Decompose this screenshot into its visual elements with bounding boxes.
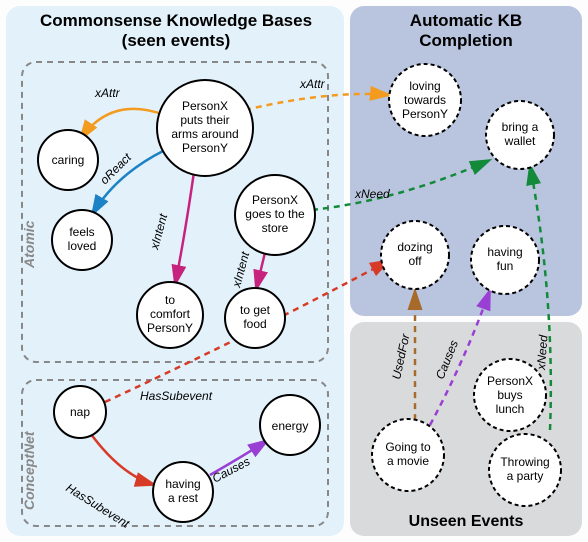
- node-rest-l1: having: [165, 477, 200, 491]
- node-hug-l3: arms around: [171, 127, 238, 141]
- node-fun-l1: having: [487, 245, 522, 259]
- lbl-xneed-2: xNeed: [534, 334, 550, 371]
- node-feels-loved: feels loved: [52, 210, 112, 270]
- node-party-l2: a party: [507, 469, 544, 483]
- lbl-hassub-2: HasSubevent: [140, 389, 213, 403]
- node-rest: having a rest: [153, 462, 213, 522]
- node-getfood-l1: to get: [240, 303, 271, 317]
- node-getfood: to get food: [225, 288, 285, 348]
- node-movie-l2: a movie: [387, 454, 429, 468]
- node-caring-t: caring: [52, 153, 85, 167]
- kb-title-2: (seen events): [122, 31, 231, 50]
- node-lunch: PersonX buys lunch: [474, 359, 546, 431]
- completion-title-1: Automatic KB: [410, 11, 522, 30]
- node-fun-l2: fun: [497, 259, 514, 273]
- node-dozing-l1: dozing: [397, 240, 432, 254]
- lbl-xattr-2: xAttr: [299, 77, 326, 91]
- kb-panel: [6, 6, 344, 536]
- node-rest-l2: a rest: [168, 491, 199, 505]
- node-hug-l4: PersonY: [182, 141, 228, 155]
- node-loving-l2: towards: [404, 93, 446, 107]
- node-comfort-l1: to: [165, 293, 175, 307]
- lbl-xattr-1: xAttr: [94, 86, 121, 100]
- node-movie: Going to a movie: [372, 419, 444, 491]
- node-dozing: dozing off: [381, 221, 449, 289]
- node-loving: loving towards PersonY: [389, 64, 461, 136]
- node-comfort-l3: PersonY: [147, 321, 193, 335]
- node-fun: having fun: [471, 226, 539, 294]
- node-comfort: to comfort PersonY: [137, 282, 203, 348]
- node-hug-l2: puts their: [180, 113, 229, 127]
- node-store-l2: goes to the: [245, 207, 305, 221]
- atomic-label: Atomic: [21, 220, 37, 269]
- kb-title-1: Commonsense Knowledge Bases: [40, 11, 312, 30]
- node-caring: caring: [38, 130, 98, 190]
- node-feels-l2: loved: [68, 239, 97, 253]
- node-hug-l1: PersonX: [182, 99, 228, 113]
- node-dozing-l2: off: [408, 254, 422, 268]
- node-wallet-l1: bring a: [502, 120, 539, 134]
- node-loving-l1: loving: [409, 79, 440, 93]
- node-loving-l3: PersonY: [402, 107, 448, 121]
- node-store-l1: PersonX: [252, 193, 298, 207]
- node-lunch-l2: buys: [497, 388, 522, 402]
- node-energy-t: energy: [272, 419, 309, 433]
- node-movie-l1: Going to: [385, 440, 431, 454]
- node-nap-t: nap: [70, 405, 90, 419]
- node-nap: nap: [54, 386, 106, 438]
- node-wallet: bring a wallet: [486, 101, 554, 169]
- node-lunch-l3: lunch: [496, 402, 525, 416]
- node-lunch-l1: PersonX: [487, 374, 533, 388]
- node-party-l1: Throwing: [500, 455, 549, 469]
- node-feels-l1: feels: [69, 225, 94, 239]
- conceptnet-label: ConceptNet: [21, 430, 37, 510]
- node-party: Throwing a party: [489, 434, 561, 506]
- node-energy: energy: [260, 395, 320, 455]
- node-store-l3: store: [262, 221, 289, 235]
- unseen-title: Unseen Events: [409, 513, 524, 530]
- node-store: PersonX goes to the store: [235, 175, 315, 255]
- node-getfood-l2: food: [243, 317, 266, 331]
- completion-title-2: Completion: [419, 31, 513, 50]
- lbl-xneed-1: xNeed: [354, 187, 390, 201]
- node-comfort-l2: comfort: [150, 307, 191, 321]
- node-wallet-l2: wallet: [504, 134, 536, 148]
- node-hug: PersonX puts their arms around PersonY: [157, 80, 253, 176]
